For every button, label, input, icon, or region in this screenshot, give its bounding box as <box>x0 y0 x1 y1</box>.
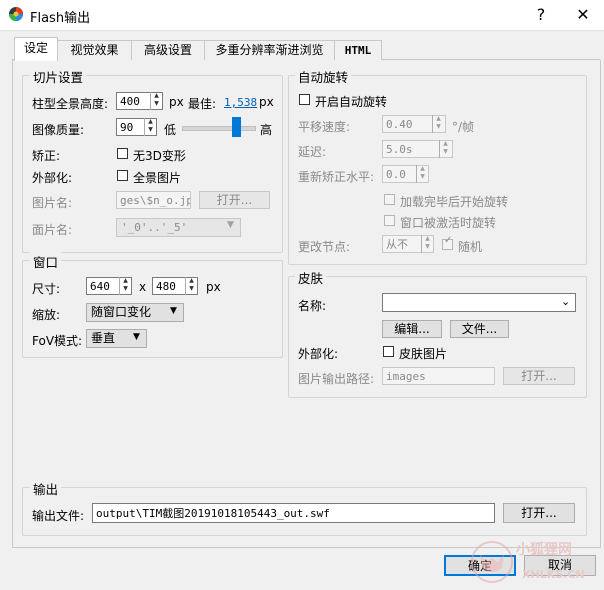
enable-autorotate-label: 开启自动旋转 <box>315 95 388 109</box>
pano-height-spinner[interactable]: ▲ ▼ <box>150 92 162 110</box>
level-label: 重新矫正水平: <box>298 170 375 184</box>
level-spinner[interactable]: ▲ ▼ <box>416 165 428 183</box>
app-icon <box>9 7 23 21</box>
window-title: Flash输出 <box>30 11 91 26</box>
on-activate-checkbox[interactable] <box>384 215 395 226</box>
skin-file-button[interactable]: 文件... <box>450 320 509 338</box>
tab-html[interactable]: HTML <box>334 40 382 60</box>
width-spinner[interactable]: ▲ ▼ <box>119 277 131 295</box>
skin-image-label: 皮肤图片 <box>399 347 448 361</box>
skin-image-checkbox[interactable] <box>383 346 394 357</box>
check-icon: ✓ <box>444 235 453 246</box>
skin-path-open-button[interactable]: 打开... <box>503 367 575 385</box>
tab-multiresolution[interactable]: 多重分辨率渐进浏览 <box>204 40 335 60</box>
skin-name-combo[interactable] <box>382 293 576 312</box>
best-unit: px <box>259 95 274 109</box>
image-name-label: 图片名: <box>32 196 73 210</box>
help-button[interactable]: ? <box>518 0 564 30</box>
on-activate-label: 窗口被激活时旋转 <box>400 216 497 230</box>
change-node-spinner[interactable]: ▲ ▼ <box>421 235 433 253</box>
image-quality-spinner[interactable]: ▲ ▼ <box>144 118 156 136</box>
skin-externalize-label: 外部化: <box>298 347 339 361</box>
delay-spinner[interactable]: ▲ ▼ <box>439 140 451 158</box>
height-spinner[interactable]: ▲ ▼ <box>185 277 197 295</box>
correction-label: 矫正: <box>32 149 61 163</box>
best-label: 最佳: <box>188 97 217 111</box>
random-label: 随机 <box>458 240 483 254</box>
image-name-input[interactable]: ges\$n_o.jpg <box>116 191 191 209</box>
no-3d-checkbox[interactable] <box>117 148 128 159</box>
pan-speed-label: 平移速度: <box>298 120 351 134</box>
best-value-link[interactable]: 1,538 <box>224 96 257 109</box>
skin-edit-button[interactable]: 编辑... <box>382 320 442 338</box>
output-file-input[interactable]: output\TIM截图20191018105443_out.swf <box>92 503 495 523</box>
no-3d-label: 无3D变形 <box>133 149 186 163</box>
autorotate-legend: 自动旋转 <box>295 67 352 86</box>
after-load-label: 加载完毕后开始旋转 <box>400 195 509 209</box>
tab-settings[interactable]: 设定 <box>14 37 58 61</box>
tab-advanced[interactable]: 高级设置 <box>131 40 205 60</box>
chevron-down-icon: ▼ <box>170 306 177 316</box>
pan-speed-spinner[interactable]: ▲ ▼ <box>432 115 444 133</box>
full-pano-label: 全景图片 <box>133 171 182 185</box>
pano-height-label: 柱型全景高度: <box>32 97 109 111</box>
chevron-down-icon: ▼ <box>133 332 140 342</box>
size-unit: px <box>206 280 221 294</box>
skin-legend: 皮肤 <box>295 268 327 287</box>
skin-path-input[interactable]: images <box>382 367 495 385</box>
output-file-label: 输出文件: <box>32 509 85 523</box>
title-bar <box>0 0 604 31</box>
image-name-open-button[interactable]: 打开... <box>199 191 270 209</box>
skin-path-label: 图片输出路径: <box>298 372 375 386</box>
output-open-button[interactable]: 打开... <box>503 503 575 523</box>
chevron-down-icon: ⌄ <box>561 295 571 308</box>
quality-slider-track[interactable] <box>182 126 256 131</box>
fox-logo-icon <box>471 541 513 583</box>
watermark-line1: 小狐狸网 <box>516 542 572 558</box>
size-separator: x <box>139 280 147 294</box>
watermark-line2: XHLKS.CN <box>522 568 585 581</box>
quality-high-label: 高 <box>260 123 273 137</box>
tab-visual-effects[interactable]: 视觉效果 <box>57 40 132 60</box>
window-legend: 窗口 <box>30 252 62 271</box>
enable-autorotate-checkbox[interactable] <box>299 94 310 105</box>
scale-label: 缩放: <box>32 308 61 322</box>
change-node-label: 更改节点: <box>298 240 351 254</box>
pan-speed-unit: °/帧 <box>452 120 475 134</box>
delay-label: 延迟: <box>298 145 327 159</box>
quality-low-label: 低 <box>164 123 177 137</box>
pano-height-unit: px <box>169 95 184 109</box>
fov-label: FoV模式: <box>32 334 83 348</box>
slice-settings-legend: 切片设置 <box>30 67 87 86</box>
size-label: 尺寸: <box>32 282 61 296</box>
image-quality-label: 图像质量: <box>32 123 85 137</box>
after-load-checkbox[interactable] <box>384 194 395 205</box>
skin-name-label: 名称: <box>298 299 327 313</box>
externalize-label: 外部化: <box>32 171 73 185</box>
face-name-combo[interactable]: '_0'..'_5' <box>116 218 241 237</box>
chevron-down-icon: ▼ <box>227 220 234 230</box>
full-pano-checkbox[interactable] <box>117 170 128 181</box>
output-legend: 输出 <box>30 479 62 498</box>
quality-slider-thumb[interactable] <box>232 117 242 137</box>
face-name-label: 面片名: <box>32 223 73 237</box>
close-button[interactable]: ✕ <box>560 0 604 30</box>
